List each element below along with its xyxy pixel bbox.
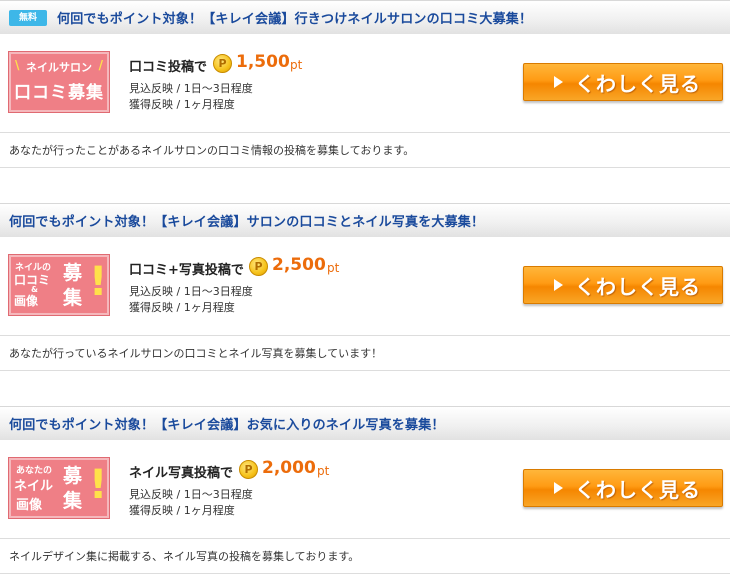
free-badge: 無料: [9, 9, 47, 26]
point-coin-icon: P: [249, 257, 268, 276]
offer-title-link[interactable]: 何回でもポイント対象！【キレイ会議】行きつけネイルサロンの口コミ大募集！: [57, 8, 532, 27]
post-action-label: 口コミ+写真投稿で: [129, 263, 244, 278]
acquire-reflect-text: 獲得反映 / 1ヶ月程度: [129, 504, 235, 517]
point-amount: 2,500: [272, 255, 326, 275]
expected-reflect-text: 見込反映 / 1日～3日程度: [129, 82, 253, 95]
banner-big1: 募: [63, 262, 83, 284]
offer-description: あなたが行っているネイルサロンの口コミとネイル写真を募集しています！: [0, 335, 730, 371]
banner-line1: ネイルサロン: [26, 61, 92, 74]
details-button[interactable]: くわしく見る: [523, 63, 723, 101]
offer-title-link[interactable]: 何回でもポイント対象！【キレイ会議】お気に入りのネイル写真を募集！: [9, 414, 445, 433]
banner-line2: 口コミ募集: [14, 83, 104, 103]
details-button[interactable]: くわしく見る: [523, 469, 723, 507]
banner-big1: 募: [63, 465, 83, 487]
offer-body: あなたの ネイル 画像 募 集 ! ネイル写真投稿で P 2,000 pt 見込…: [0, 440, 730, 536]
slash-decoration-icon: \: [15, 58, 20, 72]
details-button-label: くわしく見る: [575, 71, 701, 96]
offer-card: 何回でもポイント対象！【キレイ会議】お気に入りのネイル写真を募集！ あなたの ネ…: [0, 406, 730, 577]
offer-header: 何回でもポイント対象！【キレイ会議】お気に入りのネイル写真を募集！: [0, 406, 730, 440]
point-coin-icon: P: [213, 54, 232, 73]
offer-card: 何回でもポイント対象！【キレイ会議】サロンの口コミとネイル写真を大募集！ ネイル…: [0, 203, 730, 371]
banner-line4: 画像: [14, 294, 39, 308]
point-amount: 2,000: [262, 458, 316, 478]
offer-header: 何回でもポイント対象！【キレイ会議】サロンの口コミとネイル写真を大募集！: [0, 203, 730, 237]
expected-reflect-text: 見込反映 / 1日～3日程度: [129, 488, 253, 501]
offer-title-link[interactable]: 何回でもポイント対象！【キレイ会議】サロンの口コミとネイル写真を大募集！: [9, 211, 484, 230]
offer-description: ネイルデザイン集に掲載する、ネイル写真の投稿を募集しております。: [0, 538, 730, 574]
offer-banner-image[interactable]: ネイルの 口コミ & 画像 募 集 !: [9, 255, 109, 315]
banner-line4: 画像: [16, 498, 43, 513]
point-coin-icon: P: [239, 460, 258, 479]
play-arrow-icon: [554, 482, 563, 494]
post-action-label: 口コミ投稿で: [129, 60, 208, 75]
banner-line2: ネイル: [14, 479, 54, 494]
point-unit: pt: [327, 261, 340, 275]
point-unit: pt: [290, 58, 303, 72]
acquire-reflect-text: 獲得反映 / 1ヶ月程度: [129, 98, 235, 111]
post-action-label: ネイル写真投稿で: [129, 466, 234, 481]
banner-exclamation: !: [89, 259, 108, 305]
offer-banner-image[interactable]: あなたの ネイル 画像 募 集 !: [9, 458, 109, 518]
offer-banner-image[interactable]: ネイルサロン 口コミ募集 \ /: [9, 52, 109, 112]
offer-card: 無料 何回でもポイント対象！【キレイ会議】行きつけネイルサロンの口コミ大募集！ …: [0, 0, 730, 168]
expected-reflect-text: 見込反映 / 1日～3日程度: [129, 285, 253, 298]
play-arrow-icon: [554, 279, 563, 291]
details-button[interactable]: くわしく見る: [523, 266, 723, 304]
banner-big2: 集: [63, 287, 83, 309]
offer-description: あなたが行ったことがあるネイルサロンの口コミ情報の投稿を募集しております。: [0, 132, 730, 168]
offer-body: ネイルサロン 口コミ募集 \ / 口コミ投稿で P 1,500 pt 見込反映 …: [0, 34, 730, 130]
offer-body: ネイルの 口コミ & 画像 募 集 ! 口コミ+写真投稿で P 2,500 pt…: [0, 237, 730, 333]
banner-exclamation: !: [89, 462, 108, 508]
slash-decoration-icon: /: [98, 58, 103, 72]
details-button-label: くわしく見る: [575, 274, 701, 299]
play-arrow-icon: [554, 76, 563, 88]
details-button-label: くわしく見る: [575, 477, 701, 502]
acquire-reflect-text: 獲得反映 / 1ヶ月程度: [129, 301, 235, 314]
point-unit: pt: [317, 464, 330, 478]
offer-header: 無料 何回でもポイント対象！【キレイ会議】行きつけネイルサロンの口コミ大募集！: [0, 0, 730, 34]
point-amount: 1,500: [236, 52, 290, 72]
banner-big2: 集: [63, 490, 83, 512]
